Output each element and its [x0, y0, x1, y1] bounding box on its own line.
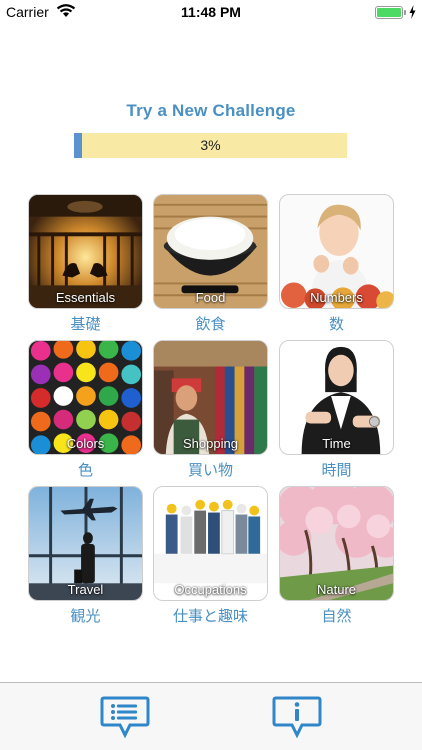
battery-tip [404, 10, 406, 15]
info-bubble-icon[interactable] [272, 695, 322, 739]
category-label: Essentials [55, 290, 116, 305]
category-numbers[interactable]: Numbers 数 [279, 194, 394, 334]
category-jp-label: 観光 [70, 607, 101, 625]
category-label: Occupations [174, 582, 247, 597]
category-label: Nature [316, 582, 357, 597]
category-tile[interactable]: Shopping [153, 340, 268, 455]
category-label: Travel [67, 582, 104, 597]
battery-icon [375, 6, 403, 19]
category-jp-label: 飲食 [195, 315, 226, 333]
status-bar: Carrier 11:48 PM [0, 0, 422, 24]
progress-bar: 3% [74, 133, 347, 158]
category-label: Numbers [310, 290, 363, 305]
category-occupations[interactable]: Occupations 仕事と趣味 [153, 486, 268, 626]
category-essentials[interactable]: Essentials 基礎 [28, 194, 143, 334]
category-jp-label: 色 [77, 461, 93, 479]
category-tile[interactable]: Food [153, 194, 268, 309]
category-tile[interactable]: Occupations [153, 486, 268, 601]
category-jp-label: 時間 [321, 461, 352, 479]
category-food[interactable]: Food 飲食 [153, 194, 268, 334]
charging-bolt-icon [409, 5, 416, 19]
category-label: Time [322, 436, 351, 451]
category-tile[interactable]: Travel [28, 486, 143, 601]
category-label: Food [195, 290, 226, 305]
category-tile[interactable]: Essentials [28, 194, 143, 309]
category-tile[interactable]: Numbers [279, 194, 394, 309]
category-jp-label: 数 [328, 315, 344, 333]
category-label: Colors [66, 436, 105, 451]
category-jp-label: 仕事と趣味 [172, 607, 248, 625]
category-shopping[interactable]: Shopping 買い物 [153, 340, 268, 480]
challenge-title[interactable]: Try a New Challenge [0, 101, 422, 121]
clock: 11:48 PM [181, 4, 241, 20]
category-label: Shopping [183, 436, 238, 451]
category-colors[interactable]: Colors 色 [28, 340, 143, 480]
category-tile[interactable]: Time [279, 340, 394, 455]
progress-label: 3% [200, 137, 221, 153]
category-jp-label: 買い物 [187, 461, 233, 479]
bottom-toolbar [0, 682, 422, 750]
category-tile[interactable]: Nature [279, 486, 394, 601]
category-tile[interactable]: Colors [28, 340, 143, 455]
category-jp-label: 基礎 [70, 315, 101, 333]
category-nature[interactable]: Nature 自然 [279, 486, 394, 626]
chat-list-icon[interactable] [100, 695, 150, 739]
category-travel[interactable]: Travel 観光 [28, 486, 143, 626]
category-jp-label: 自然 [321, 607, 352, 625]
category-time[interactable]: Time 時間 [279, 340, 394, 480]
